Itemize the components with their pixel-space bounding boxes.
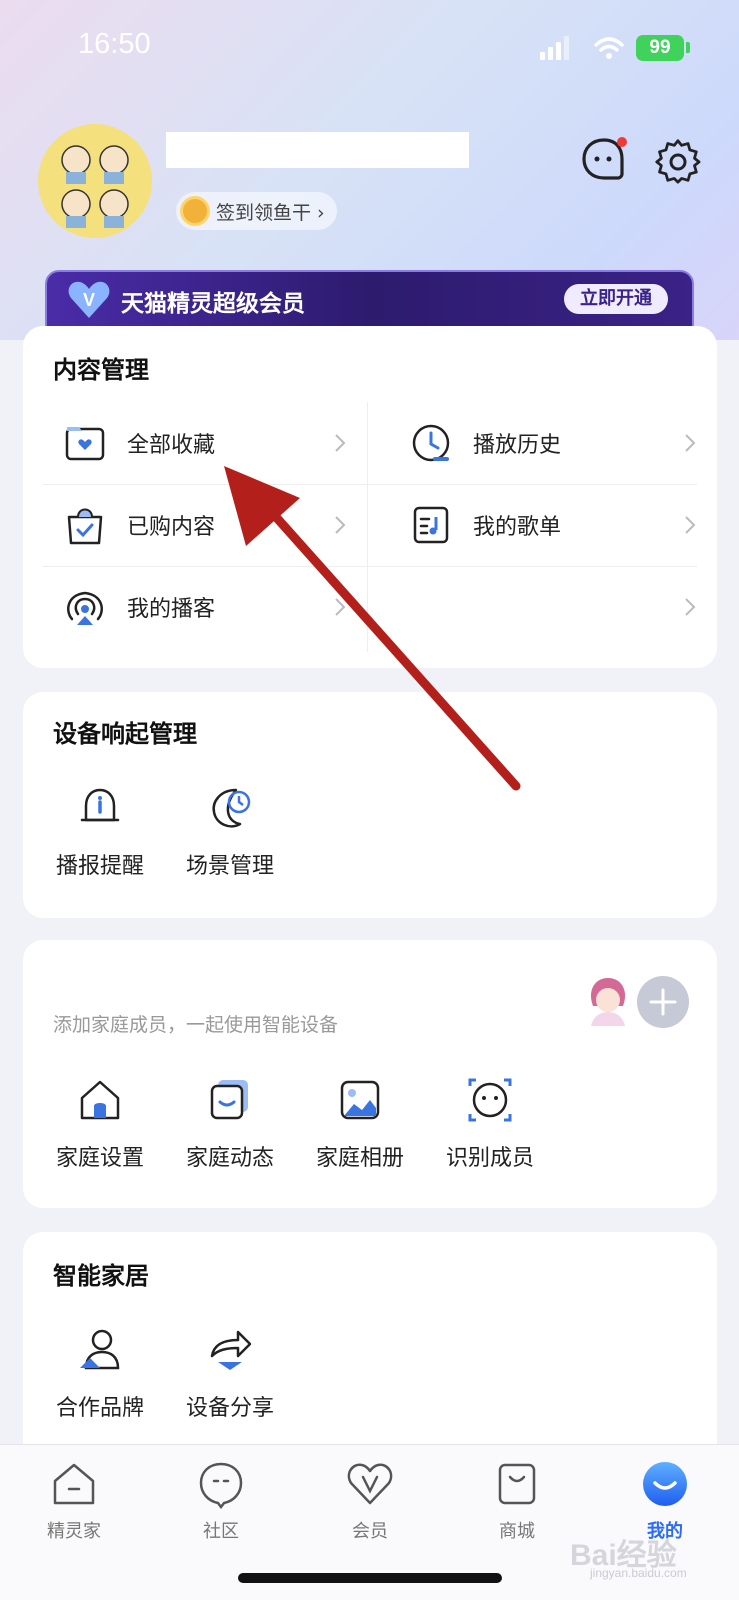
content-item-label: 已购内容 — [127, 515, 216, 540]
moon-clock-icon — [212, 788, 251, 828]
smarthome-item-label: 设备分享 — [185, 1396, 274, 1421]
folder-heart-icon — [65, 427, 105, 461]
photo-album-icon — [340, 1080, 380, 1120]
me-tab-icon — [643, 1462, 687, 1506]
community-tab-icon — [199, 1462, 243, 1510]
content-item-label: 我的播客 — [127, 597, 216, 622]
family-item-feed[interactable]: 家庭动态 — [175, 1076, 285, 1172]
battery-cap — [686, 42, 690, 53]
tab-community[interactable]: 社区 — [171, 1459, 271, 1543]
message-icon[interactable] — [580, 136, 630, 184]
house-icon — [80, 1080, 120, 1120]
content-item-podcasts[interactable]: 我的播客 — [63, 566, 367, 648]
content-item-label: 我的歌单 — [473, 515, 562, 540]
tab-label: 商城 — [499, 1521, 535, 1542]
chevron-right-icon — [335, 516, 346, 534]
shop-tab-icon — [498, 1463, 536, 1505]
family-hint: 添加家庭成员，一起使用智能设备 — [53, 1014, 339, 1036]
chevron-right-icon — [685, 598, 696, 616]
device-item-reminder[interactable]: 播报提醒 — [45, 784, 155, 880]
tab-label: 精灵家 — [47, 1521, 101, 1542]
tab-shop[interactable]: 商城 — [467, 1459, 567, 1543]
face-scan-icon — [468, 1078, 512, 1122]
divider — [367, 402, 368, 652]
add-family-member-button[interactable] — [637, 976, 689, 1028]
plus-icon — [649, 988, 677, 1016]
wifi-icon — [594, 37, 624, 59]
device-item-label: 播报提醒 — [55, 854, 144, 879]
share-device-icon — [210, 1330, 252, 1370]
content-item-label: 播放历史 — [473, 433, 562, 458]
smarthome-item-brands[interactable]: 合作品牌 — [45, 1326, 155, 1422]
content-management-card: 内容管理 全部收藏 播放历史 已购内容 我的歌单 我的播客 — [23, 326, 717, 668]
smarthome-card: 智能家居 合作品牌 设备分享 — [23, 1232, 717, 1462]
home-indicator — [238, 1573, 502, 1583]
watermark-url: jingyan.baidu.com — [590, 1566, 687, 1580]
content-item-empty[interactable] — [409, 566, 717, 648]
avatar[interactable] — [38, 124, 152, 238]
tab-label: 社区 — [203, 1521, 239, 1542]
content-item-playlists[interactable]: 我的歌单 — [409, 484, 717, 566]
content-item-favorites[interactable]: 全部收藏 — [63, 402, 367, 484]
chevron-right-icon — [335, 598, 346, 616]
settings-gear-icon[interactable] — [654, 138, 702, 186]
family-item-label: 家庭动态 — [185, 1146, 274, 1171]
family-item-label: 家庭设置 — [55, 1146, 144, 1171]
shopping-bag-icon — [67, 508, 103, 545]
family-item-label: 识别成员 — [445, 1146, 534, 1171]
content-item-history[interactable]: 播放历史 — [409, 402, 717, 484]
smarthome-item-share[interactable]: 设备分享 — [175, 1326, 285, 1422]
chevron-right-icon — [685, 516, 696, 534]
bell-icon — [80, 788, 120, 822]
content-item-label: 全部收藏 — [127, 433, 216, 458]
content-item-purchased[interactable]: 已购内容 — [63, 484, 367, 566]
music-list-icon — [413, 506, 449, 544]
smarthome-item-label: 合作品牌 — [55, 1396, 144, 1421]
coin-icon — [180, 196, 210, 226]
signin-label: 签到领鱼干 › — [216, 201, 325, 224]
family-item-album[interactable]: 家庭相册 — [305, 1076, 415, 1172]
content-title: 内容管理 — [53, 356, 149, 384]
family-item-settings[interactable]: 家庭设置 — [45, 1076, 155, 1172]
family-feed-icon — [210, 1080, 248, 1120]
battery-indicator: 99 — [636, 35, 684, 61]
vip-heart-icon: V — [68, 281, 110, 318]
podcast-icon — [67, 591, 103, 625]
chevron-right-icon — [335, 434, 346, 452]
vip-open-button[interactable]: 立即开通 — [564, 284, 668, 314]
avatar-cartoon-icon — [61, 145, 129, 228]
username-redacted — [166, 132, 469, 168]
home-tab-icon — [53, 1463, 95, 1505]
cellular-signal-icon — [540, 36, 569, 60]
svg-text:V: V — [83, 290, 95, 310]
signin-button[interactable]: 签到领鱼干 › — [176, 192, 337, 230]
family-item-label: 家庭相册 — [315, 1146, 404, 1171]
family-member-avatar[interactable] — [585, 976, 631, 1026]
device-title: 设备响起管理 — [53, 720, 197, 748]
clock-icon — [412, 424, 450, 462]
family-card: 添加家庭成员，一起使用智能设备 家庭设置 家庭动态 家庭相册 识别成员 — [23, 940, 717, 1208]
device-item-label: 场景管理 — [185, 854, 274, 879]
tab-home[interactable]: 精灵家 — [24, 1459, 124, 1543]
chevron-right-icon — [685, 434, 696, 452]
family-item-recognize[interactable]: 识别成员 — [435, 1076, 545, 1172]
tab-vip[interactable]: 会员 — [320, 1459, 420, 1543]
tab-label: 会员 — [352, 1521, 388, 1542]
partner-brand-icon — [80, 1329, 120, 1370]
device-item-scenes[interactable]: 场景管理 — [175, 784, 285, 880]
status-bar: 16:50 99 — [0, 0, 739, 100]
smarthome-title: 智能家居 — [53, 1262, 149, 1290]
vip-title: 天猫精灵超级会员 — [121, 291, 305, 317]
vip-tab-icon — [347, 1463, 393, 1505]
device-management-card: 设备响起管理 播报提醒 场景管理 — [23, 692, 717, 918]
status-time: 16:50 — [78, 28, 151, 60]
